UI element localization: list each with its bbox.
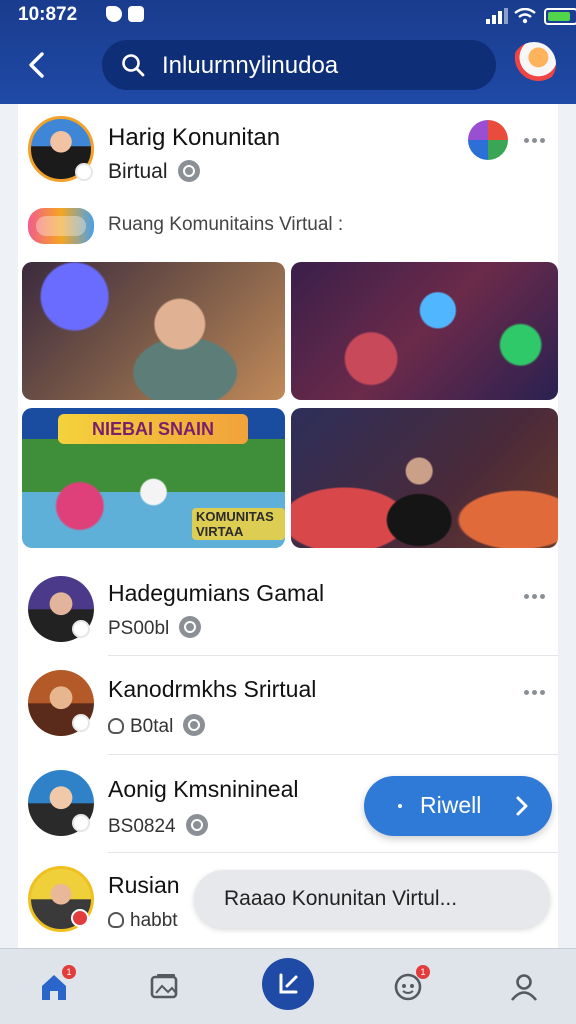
post-image-3[interactable]: NIEBAI SNAIN KOMUNITAS VIRTAA (22, 408, 285, 548)
avatar-badge-icon (72, 714, 90, 732)
wifi-icon (514, 8, 536, 24)
avatar-badge-icon (75, 163, 93, 181)
member-meta-text: BS0824 (108, 816, 176, 837)
member-meta: B0tal (108, 714, 206, 738)
verified-icon (183, 714, 206, 736)
search-icon (122, 54, 145, 77)
member-meta: habbt (108, 910, 178, 932)
community-logo-icon (28, 208, 94, 244)
image-caption-text: KOMUNITAS VIRTAA (192, 508, 285, 540)
nav-gallery[interactable] (136, 959, 192, 1015)
top-app-bar: 10:872 Inluurnnylinudoa (0, 0, 576, 104)
post-title[interactable]: Harig Konunitan (108, 124, 280, 152)
chevron-right-icon (516, 796, 528, 816)
verified-icon (185, 814, 208, 836)
member-name[interactable]: Aonig Kmsninineal (108, 776, 299, 803)
more-options-icon[interactable] (524, 138, 548, 144)
battery-icon (544, 8, 576, 25)
button-dot-icon (398, 804, 402, 808)
member-meta: PS00bl (108, 616, 202, 640)
member-name[interactable]: Kanodrmkhs Srirtual (108, 676, 316, 703)
community-tag-text[interactable]: Ruang Komunitains Virtual : (108, 214, 343, 236)
more-options-icon[interactable] (524, 690, 548, 696)
member-name[interactable]: Rusian (108, 872, 180, 899)
chat-badge: 1 (416, 965, 430, 979)
search-input[interactable]: Inluurnnylinudoa (162, 52, 338, 80)
toast-text: Raaao Konunitan Virtul... (224, 887, 458, 910)
post-subtitle-text: Birtual (108, 160, 168, 183)
post-image-4[interactable] (291, 408, 558, 548)
list-item[interactable]: Hadegumians Gamal PS00bl (18, 564, 558, 662)
avatar-badge-icon (72, 814, 90, 832)
app-notification-icon (128, 6, 144, 22)
member-meta: BS0824 (108, 814, 208, 838)
image-banner-text: NIEBAI SNAIN (58, 414, 248, 444)
status-bar: 10:872 (18, 4, 576, 28)
status-time: 10:872 (18, 4, 78, 25)
toast-message[interactable]: Raaao Konunitan Virtul... (194, 870, 550, 928)
member-avatar[interactable] (28, 670, 94, 736)
heart-icon[interactable] (108, 912, 124, 928)
profile-avatar[interactable] (512, 42, 556, 86)
divider (108, 852, 558, 853)
nav-home[interactable]: 1 (26, 959, 82, 1015)
nav-chat[interactable]: 1 (380, 959, 436, 1015)
back-arrow-icon[interactable] (22, 48, 52, 82)
follow-button[interactable]: Riwell (364, 776, 552, 836)
create-post-icon (279, 973, 298, 994)
nav-create[interactable] (262, 958, 314, 1010)
member-meta-text: B0tal (130, 716, 174, 737)
gallery-icon (150, 974, 178, 999)
member-avatar[interactable] (28, 866, 94, 932)
avatar-badge-icon (71, 909, 89, 927)
verified-icon (177, 160, 200, 182)
signal-icon (486, 8, 508, 24)
post-image-1[interactable] (22, 262, 285, 400)
notification-icon (106, 6, 122, 22)
member-name[interactable]: Hadegumians Gamal (108, 580, 324, 607)
heart-icon[interactable] (108, 718, 124, 734)
post-author-avatar[interactable] (28, 116, 94, 182)
member-avatar[interactable] (28, 576, 94, 642)
member-avatar[interactable] (28, 770, 94, 836)
profile-icon (510, 974, 538, 1001)
list-item[interactable]: Kanodrmkhs Srirtual B0tal (18, 656, 558, 754)
community-tag-row: Ruang Komunitains Virtual : (28, 208, 548, 244)
follow-button-label: Riwell (420, 792, 482, 818)
post-subtitle: Birtual (108, 160, 200, 184)
post-image-2[interactable] (291, 262, 558, 400)
group-icon[interactable] (468, 120, 508, 160)
member-meta-text: PS00bl (108, 618, 170, 639)
more-options-icon[interactable] (524, 594, 548, 600)
home-badge: 1 (62, 965, 76, 979)
divider (108, 754, 558, 755)
verified-icon (179, 616, 202, 638)
avatar-badge-icon (72, 620, 90, 638)
nav-profile[interactable] (496, 959, 552, 1015)
search-bar[interactable]: Inluurnnylinudoa (102, 40, 496, 90)
member-meta-text: habbt (130, 910, 178, 931)
